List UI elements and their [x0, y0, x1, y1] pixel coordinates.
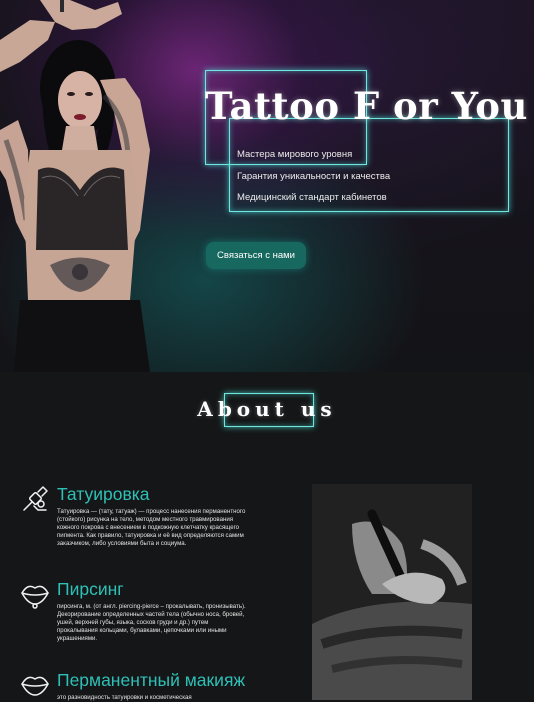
service-description: это разновидность татуировки и косметиче… [57, 694, 192, 701]
feature-list: Мастера мирового уровня Гарантия уникаль… [237, 149, 390, 214]
service-title: Пирсинг [57, 579, 124, 599]
site-title: Tattoo F or You [205, 84, 528, 128]
service-description: Татуировка — (тату, татуаж) — процесс на… [57, 508, 246, 547]
feature-item: Медицинский стандарт кабинетов [237, 192, 387, 203]
tattoo-machine-icon [23, 486, 48, 511]
service-title: Перманентный макияж [57, 670, 246, 690]
service-title: Татуировка [57, 484, 150, 504]
pierced-lips-icon [21, 585, 49, 609]
feature-item: Мастера мирового уровня [237, 149, 353, 160]
service-description: пирсинга, м. (от англ. piercing-pierce –… [57, 603, 246, 642]
contact-us-button[interactable]: Связаться с нами [206, 242, 306, 269]
tattoo-process-image [312, 484, 472, 700]
feature-item: Гарантия уникальности и качества [237, 170, 391, 182]
tattooed-model-image [0, 0, 150, 372]
lipstick-icon [21, 676, 49, 696]
about-heading: About us [197, 397, 337, 421]
